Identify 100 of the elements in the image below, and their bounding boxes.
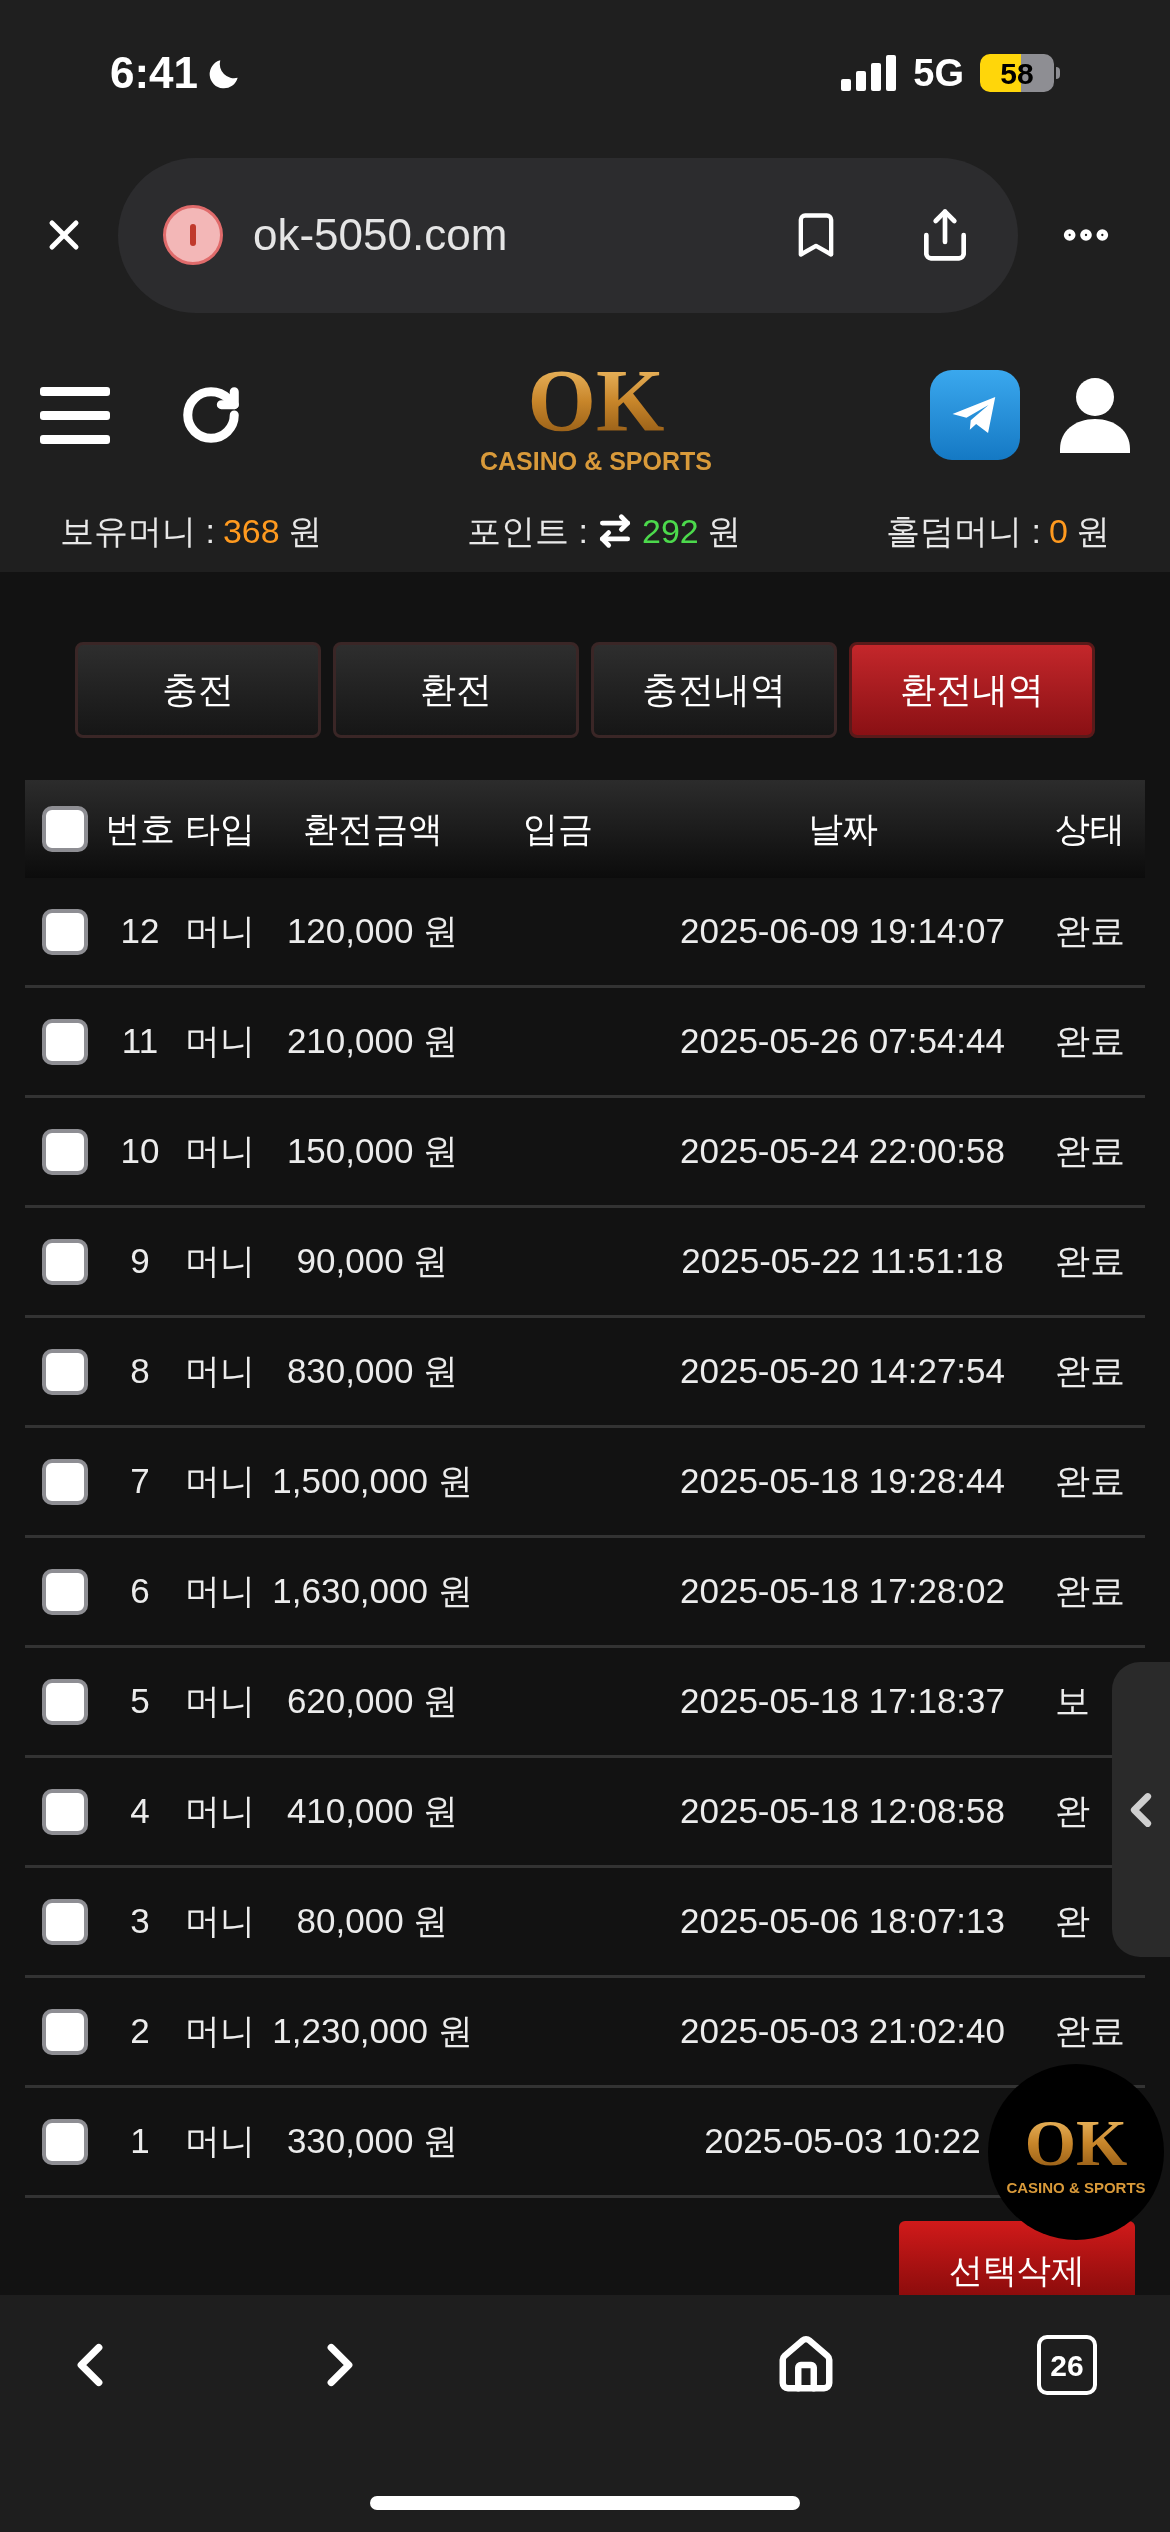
table-cell-text: 머니 [184, 1130, 256, 1173]
table-cell-text: 머니 [184, 2120, 256, 2163]
table-cell-text: 330,000 원 [285, 2120, 460, 2163]
column-header: 상태 [1054, 807, 1126, 850]
table-cell-text: 완 [1054, 1790, 1091, 1833]
table-cell-text: 2025-05-26 07:54:44 [679, 1020, 1006, 1063]
checkbox[interactable] [42, 908, 88, 955]
column-header: 타입 [184, 807, 256, 850]
table-cell-text: 11 [120, 1020, 160, 1063]
table-cell-text: 머니 [184, 1240, 256, 1283]
checkbox[interactable] [42, 1898, 88, 1945]
table-cell-text: 완료 [1054, 1130, 1126, 1173]
table-cell-text: 완료 [1054, 1020, 1126, 1063]
tab[interactable]: 환전 [333, 642, 579, 738]
table-cell-text: 1,630,000 원 [271, 1570, 474, 1613]
balance-label: 포인트 : [467, 510, 588, 552]
checkbox[interactable] [42, 2008, 88, 2055]
table-cell-text: 410,000 원 [285, 1790, 460, 1833]
table-cell-text: 80,000 원 [295, 1900, 450, 1943]
table-cell-text: 4 [129, 1790, 151, 1833]
table-cell-text: 2025-06-09 19:14:07 [679, 910, 1006, 953]
table-cell-text: 10 [119, 1130, 161, 1173]
table-cell-text: 2025-05-22 11:51:18 [680, 1240, 1005, 1283]
table-cell-text: 90,000 원 [295, 1240, 450, 1283]
checkbox[interactable] [42, 806, 88, 852]
table-cell-text: 6 [129, 1570, 151, 1613]
table-cell-text: 120,000 원 [285, 910, 460, 953]
tab[interactable]: 충전내역 [591, 642, 837, 738]
checkbox[interactable] [42, 1678, 88, 1725]
table-cell-text: 620,000 원 [285, 1680, 460, 1723]
clock-time: 6:41 [110, 47, 199, 99]
table-cell-text: 머니 [184, 1350, 256, 1393]
tab[interactable]: 충전 [75, 642, 321, 738]
table-cell-text: 완료 [1054, 910, 1126, 953]
currency-unit: 원 [706, 510, 741, 552]
balance-label: 보유머니 : [60, 510, 215, 552]
table-cell-text: 2 [129, 2010, 151, 2053]
table-cell-text: 2025-05-03 10:22 [703, 2120, 982, 2163]
url-text: ok-5050.com [253, 209, 509, 261]
table-cell-text: 1,500,000 원 [271, 1460, 474, 1503]
column-header: 번호 [105, 807, 175, 850]
table-cell-text: 2025-05-06 18:07:13 [679, 1900, 1006, 1943]
table-cell-text: 2025-05-03 21:02:40 [679, 2010, 1006, 2053]
checkbox[interactable] [42, 1348, 88, 1395]
balance-value: 292 [642, 510, 699, 552]
table-cell-text: 머니 [184, 1790, 256, 1833]
column-header: 환전금액 [301, 807, 444, 850]
table-cell-text: 머니 [184, 1680, 256, 1723]
tab[interactable]: 환전내역 [849, 642, 1095, 738]
side-drawer-handle[interactable] [1112, 1662, 1170, 1957]
table-cell-text: 2025-05-18 19:28:44 [679, 1460, 1006, 1503]
balance-label: 홀덤머니 : [886, 510, 1042, 552]
table-cell-text: 머니 [184, 2010, 256, 2053]
table-cell-text: 2025-05-18 17:18:37 [679, 1680, 1006, 1723]
checkbox[interactable] [42, 1788, 88, 1835]
column-header: 입금 [521, 807, 594, 850]
tabs-count-button[interactable]: 26 [1037, 2335, 1097, 2395]
user-icon[interactable] [1060, 377, 1130, 453]
checkbox[interactable] [42, 1018, 88, 1065]
checkbox[interactable] [42, 1458, 88, 1505]
table-cell-text: 머니 [184, 1460, 256, 1503]
battery-indicator: 58 [980, 54, 1060, 92]
checkbox[interactable] [42, 2118, 88, 2165]
table-cell-text: 9 [129, 1240, 151, 1283]
table-cell-text: 12 [119, 910, 161, 953]
table-cell-text: 완료 [1054, 1460, 1126, 1503]
table-cell-text: 2025-05-18 12:08:58 [679, 1790, 1006, 1833]
refresh-icon[interactable] [180, 384, 242, 446]
checkbox[interactable] [42, 1128, 88, 1175]
currency-unit: 원 [1076, 510, 1110, 552]
table-cell-text: 보 [1054, 1680, 1091, 1723]
floating-logo-button[interactable]: OK CASINO & SPORTS [988, 2064, 1164, 2240]
telegram-button[interactable] [930, 370, 1020, 460]
table-cell-text: 2025-05-24 22:00:58 [679, 1130, 1006, 1173]
table-cell-text: 5 [129, 1680, 151, 1723]
checkbox[interactable] [42, 1238, 88, 1285]
table-cell-text: 1 [129, 2120, 151, 2163]
table-cell-text: 완료 [1054, 2010, 1126, 2053]
network-label: 5G [913, 50, 964, 96]
currency-unit: 원 [287, 510, 322, 552]
table-cell-text: 머니 [184, 1900, 256, 1943]
logo-tagline: CASINO & SPORTS [1006, 2179, 1146, 2195]
logo-tagline: CASINO & SPORTS [480, 448, 712, 474]
checkbox[interactable] [42, 1568, 88, 1615]
menu-icon[interactable] [40, 385, 110, 445]
table-cell-text: 완료 [1054, 1240, 1126, 1283]
table-cell-text: 머니 [184, 1570, 256, 1613]
table-cell-text: 210,000 원 [285, 1020, 460, 1063]
table-cell-text: 8 [129, 1350, 151, 1393]
balance-value: 368 [222, 510, 280, 552]
table-cell-text: 7 [129, 1460, 151, 1503]
table-cell-text: 완료 [1054, 1570, 1126, 1613]
column-header: 날짜 [806, 807, 879, 850]
table-cell-text: 2025-05-20 14:27:54 [679, 1350, 1006, 1393]
delete-selected-button[interactable]: 선택삭제 [899, 2221, 1135, 2295]
warning-icon [163, 205, 223, 265]
balance-value: 0 [1049, 510, 1068, 552]
table-cell-text: 1,230,000 원 [271, 2010, 474, 2053]
address-bar[interactable]: ok-5050.com [118, 157, 1018, 313]
table-cell-text: 완 [1054, 1900, 1091, 1943]
